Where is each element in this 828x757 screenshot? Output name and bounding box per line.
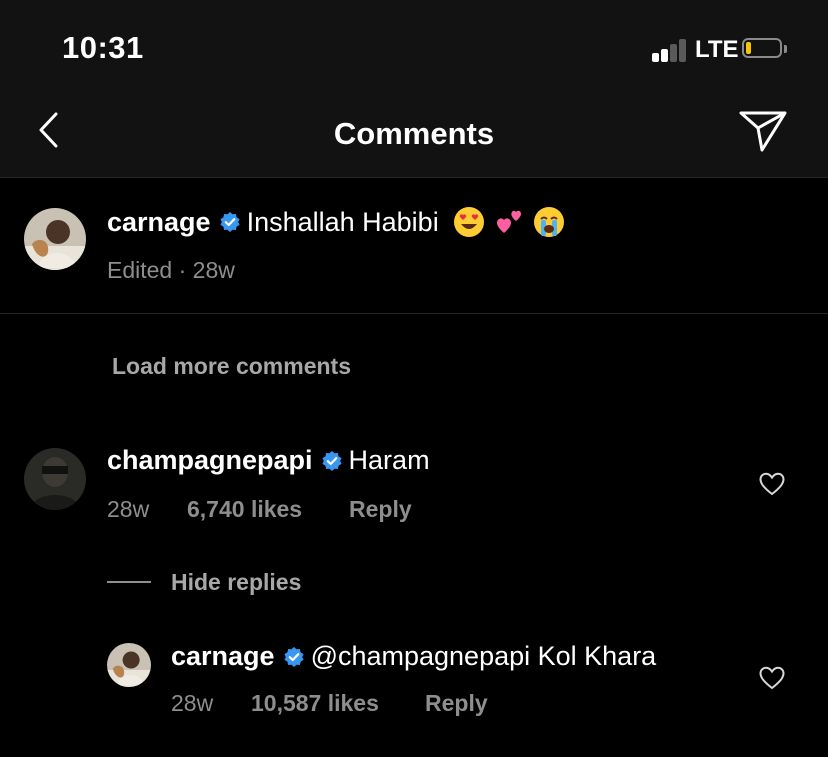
username[interactable]: champagnepapi xyxy=(107,445,313,476)
page-title: Comments xyxy=(333,116,495,151)
paper-plane-icon[interactable] xyxy=(738,108,788,154)
comment-time: 28w xyxy=(107,496,150,522)
reply-time: 28w xyxy=(171,690,214,716)
reply-button[interactable]: Reply xyxy=(425,690,488,717)
battery-icon xyxy=(742,38,788,60)
reply-button[interactable]: Reply xyxy=(349,496,412,523)
heart-icon[interactable] xyxy=(759,472,785,496)
heart-eyes-emoji-icon xyxy=(453,207,484,237)
caption-line: carnage Inshallah Habibi xyxy=(107,206,565,238)
avatar[interactable] xyxy=(24,448,86,510)
status-bar: 10:31 LTE xyxy=(0,0,828,96)
load-more-comments-button[interactable]: Load more comments xyxy=(112,353,351,380)
heart-icon[interactable] xyxy=(759,666,785,690)
verified-badge-icon xyxy=(283,646,304,667)
reply-label: Reply xyxy=(425,690,488,716)
verified-badge-icon xyxy=(321,450,342,471)
crying-face-emoji-icon xyxy=(533,207,564,237)
status-time: 10:31 xyxy=(62,30,144,65)
username[interactable]: carnage xyxy=(107,207,211,238)
caption: carnage Inshallah Habibi Edited · 28w xyxy=(0,178,828,314)
caption-meta: Edited · 28w xyxy=(107,257,235,283)
two-hearts-emoji-icon xyxy=(496,210,521,233)
divider xyxy=(107,581,151,583)
network-type: LTE xyxy=(695,36,739,63)
like-count-text: 10,587 likes xyxy=(251,690,379,716)
comment-text: Haram xyxy=(348,445,430,475)
verified-badge-icon xyxy=(219,212,240,232)
reply-label: Reply xyxy=(349,496,412,522)
comment-line: champagnepapi Haram xyxy=(107,445,430,476)
avatar[interactable] xyxy=(107,643,151,687)
nav-bar: Comments xyxy=(0,96,828,178)
like-count[interactable]: 6,740 likes xyxy=(187,496,302,523)
like-count[interactable]: 10,587 likes xyxy=(251,690,379,717)
avatar[interactable] xyxy=(24,208,86,270)
caption-text: Inshallah Habibi xyxy=(246,206,439,237)
username[interactable]: carnage xyxy=(171,641,275,672)
reply-text: @champagnepapi Kol Khara xyxy=(310,641,657,671)
signal-strength-icon xyxy=(652,38,692,62)
like-count-text: 6,740 likes xyxy=(187,496,303,522)
hide-replies-button[interactable]: Hide replies xyxy=(171,569,301,596)
reply-line: carnage @champagnepapi Kol Khara xyxy=(171,641,656,672)
